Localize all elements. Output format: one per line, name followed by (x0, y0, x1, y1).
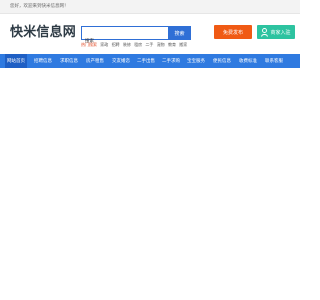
hot-search: 热门搜索 家政 招聘 装修 租房 二手 宠物 教育 搬家 (81, 42, 189, 48)
nav-item-convenience[interactable]: 便民信息 (210, 54, 234, 68)
nav-item-secondhand-wanted[interactable]: 二手求购 (159, 54, 183, 68)
hot-keyword[interactable]: 教育 (168, 42, 176, 47)
nav-item-secondhand-sale[interactable]: 二手出售 (134, 54, 158, 68)
nav-item-jobs[interactable]: 招聘信息 (31, 54, 55, 68)
hot-search-label: 热门搜索 (81, 42, 97, 47)
merchant-join-label: 商家入驻 (270, 29, 291, 36)
nav-item-dating[interactable]: 交友婚恋 (109, 54, 133, 68)
nav-item-pricing[interactable]: 收费标准 (236, 54, 260, 68)
site-logo[interactable]: 快米信息网 (10, 21, 76, 40)
free-publish-button[interactable]: 免费发布 (214, 25, 252, 39)
hot-keyword[interactable]: 二手 (145, 42, 153, 47)
main-nav: 网站首页 招聘信息 求职信息 房产租售 交友婚恋 二手出售 二手求购 宝宝服务 … (0, 54, 300, 68)
hot-keyword[interactable]: 装修 (123, 42, 131, 47)
search-box[interactable] (81, 26, 169, 47)
nav-item-job-seeking[interactable]: 求职信息 (57, 54, 81, 68)
hot-keyword[interactable]: 搬家 (179, 42, 187, 47)
nav-item-contact[interactable]: 联系客服 (262, 54, 286, 68)
welcome-text: 您好，欢迎来到快米信息网！ (10, 4, 69, 9)
hot-keyword[interactable]: 租房 (134, 42, 142, 47)
hot-keyword[interactable]: 家政 (100, 42, 108, 47)
nav-item-home[interactable]: 网站首页 (5, 54, 27, 68)
merchant-join-button[interactable]: 商家入驻 (257, 25, 295, 39)
search-button[interactable]: 搜索 (168, 26, 191, 40)
hot-keyword[interactable]: 招聘 (112, 42, 120, 47)
nav-item-baby-services[interactable]: 宝宝服务 (184, 54, 208, 68)
top-bar: 您好，欢迎来到快米信息网！ (0, 0, 300, 14)
nav-item-property[interactable]: 房产租售 (83, 54, 107, 68)
hot-keyword[interactable]: 宠物 (157, 42, 165, 47)
user-icon (261, 27, 269, 37)
